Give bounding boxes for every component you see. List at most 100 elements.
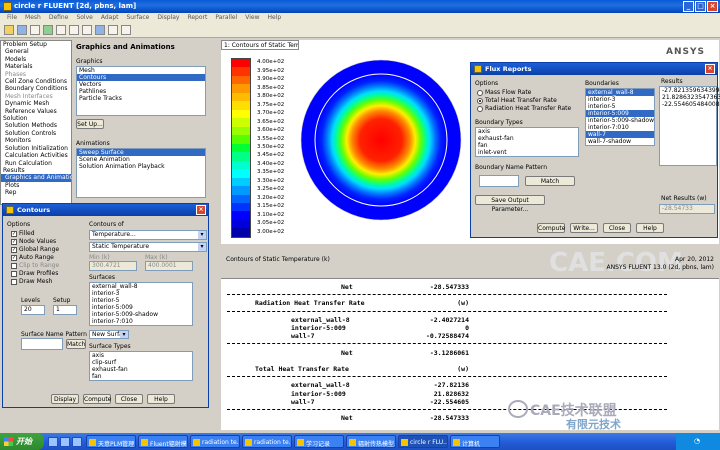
boundary-item[interactable]: interior-5:009 xyxy=(586,110,654,117)
boundary-item[interactable]: interior-5:009-shadow xyxy=(586,117,654,124)
graphics-list-item[interactable]: Pathlines xyxy=(77,88,205,95)
boundary-item[interactable]: interior-7:010 xyxy=(586,124,654,131)
media-icon[interactable] xyxy=(72,436,82,447)
menu-item-surface[interactable]: Surface xyxy=(122,13,153,23)
boundary-item[interactable]: wall-7-shadow xyxy=(586,138,654,145)
radio-dot[interactable] xyxy=(477,105,483,112)
contour-help-button[interactable]: Help xyxy=(147,394,175,404)
close-icon[interactable]: × xyxy=(707,1,718,12)
graphics-list-item[interactable]: Contours xyxy=(77,74,205,81)
nav-item[interactable]: Models xyxy=(1,56,71,63)
taskbar-task[interactable]: circle r FLU... xyxy=(398,435,448,448)
menu-item-solve[interactable]: Solve xyxy=(72,13,96,23)
taskbar-task[interactable]: 天意PLM管理 xyxy=(86,435,136,448)
taskbar-task[interactable]: radiation te... xyxy=(190,435,240,448)
nav-item[interactable]: Mesh Interfaces xyxy=(1,93,71,100)
boundary-match-button[interactable]: Match xyxy=(525,176,575,186)
graphics-list-item[interactable]: Vectors xyxy=(77,81,205,88)
zoom-icon[interactable] xyxy=(82,25,92,35)
flux-option-radio[interactable]: Radiation Heat Transfer Rate xyxy=(477,105,571,112)
graphics-window-tab[interactable]: 1: Contours of Static Temper xyxy=(221,40,299,50)
boundary-type-item[interactable]: inlet-vent xyxy=(476,149,578,156)
nav-item[interactable]: Graphics and Animations xyxy=(1,174,80,182)
save-output-button[interactable]: Save Output Parameter... xyxy=(475,195,545,213)
ie-icon[interactable] xyxy=(48,436,58,447)
surface-item[interactable]: external_wall-8 xyxy=(90,283,192,290)
contour-option-checkbox[interactable]: Draw Profiles xyxy=(11,270,58,277)
boundary-item[interactable]: external_wall-8 xyxy=(586,89,654,96)
menu-item-display[interactable]: Display xyxy=(153,13,183,23)
desktop-icon[interactable] xyxy=(60,436,70,447)
nav-item[interactable]: Monitors xyxy=(1,137,71,144)
boundary-item[interactable]: wall-7 xyxy=(586,131,654,138)
nav-item[interactable]: Solution Initialization xyxy=(1,145,71,152)
checkbox-box[interactable]: ✓ xyxy=(11,230,17,237)
animation-list-item[interactable]: Solution Animation Playback xyxy=(77,163,205,170)
nav-item[interactable]: Materials xyxy=(1,63,71,70)
menu-item-adapt[interactable]: Adapt xyxy=(97,13,123,23)
graphics-list[interactable]: Mesh Contours Vectors Pathlines Particle Tra… xyxy=(76,66,206,116)
boundary-item[interactable]: interior-3 xyxy=(586,96,654,103)
checkbox-box[interactable]: ✓ xyxy=(11,246,17,253)
flux-write-button[interactable]: Write... xyxy=(570,223,598,233)
close-icon[interactable]: × xyxy=(705,64,715,74)
checkbox-box[interactable]: ✓ xyxy=(11,254,17,261)
start-button[interactable]: 开始 xyxy=(0,433,44,450)
surface-item[interactable]: interior-7:010 xyxy=(90,318,192,325)
radio-dot[interactable] xyxy=(477,89,483,96)
nav-item[interactable]: Solution Controls xyxy=(1,130,71,137)
flux-option-radio[interactable]: Total Heat Transfer Rate xyxy=(477,97,557,104)
surface-type-item[interactable]: clip-surf xyxy=(90,359,192,366)
contours-of-select[interactable]: Temperature... xyxy=(89,230,207,240)
nav-item[interactable]: Solution Methods xyxy=(1,122,71,129)
menu-item-help[interactable]: Help xyxy=(263,13,285,23)
nav-item[interactable]: Dynamic Mesh xyxy=(1,100,71,107)
animation-list-item[interactable]: Scene Animation xyxy=(77,156,205,163)
nav-item[interactable]: Run Calculation xyxy=(1,160,71,167)
boundary-type-item[interactable]: axis xyxy=(476,128,578,135)
surface-item[interactable]: interior-3 xyxy=(90,290,192,297)
boundary-types-list[interactable]: axis exhaust-fan fan inlet-vent xyxy=(475,127,579,157)
levels-input[interactable]: 20 xyxy=(21,305,45,315)
surface-types-list[interactable]: axis clip-surf exhaust-fan fan xyxy=(89,351,193,381)
boundary-type-item[interactable]: exhaust-fan xyxy=(476,135,578,142)
boundaries-list[interactable]: external_wall-8 interior-3 interior-5 inter… xyxy=(585,88,655,146)
radio-dot[interactable] xyxy=(477,97,483,104)
nav-item[interactable]: Reference Values xyxy=(1,108,71,115)
boundary-item[interactable]: interior-5 xyxy=(586,103,654,110)
translate-icon[interactable] xyxy=(69,25,79,35)
surface-type-item[interactable]: exhaust-fan xyxy=(90,366,192,373)
graphics-list-item[interactable]: Particle Tracks xyxy=(77,95,205,102)
flux-help-button[interactable]: Help xyxy=(636,223,664,233)
contour-option-checkbox[interactable]: ✓ Node Values xyxy=(11,238,56,245)
close-icon[interactable]: × xyxy=(196,205,206,215)
rotate-icon[interactable] xyxy=(56,25,66,35)
print-icon[interactable] xyxy=(30,25,40,35)
menu-item-define[interactable]: Define xyxy=(45,13,73,23)
contour-option-checkbox[interactable]: Draw Mesh xyxy=(11,278,52,285)
surface-item[interactable]: interior-5:009-shadow xyxy=(90,311,192,318)
text-console[interactable]: Net -28.547333 Radiation Heat Transfer Rat… xyxy=(221,278,719,430)
setup-button[interactable]: Set Up... xyxy=(76,119,104,129)
surface-item[interactable]: interior-5 xyxy=(90,297,192,304)
nav-item[interactable]: Calculation Activities xyxy=(1,152,71,159)
menu-item-file[interactable]: File xyxy=(3,13,21,23)
layout-icon[interactable] xyxy=(121,25,131,35)
surfaces-list[interactable]: external_wall-8 interior-3 interior-5 inter… xyxy=(89,282,193,326)
surface-type-item[interactable]: axis xyxy=(90,352,192,359)
checkbox-box[interactable]: ✓ xyxy=(11,238,17,245)
surface-pattern-input[interactable] xyxy=(21,338,63,350)
surface-item[interactable]: interior-5:009 xyxy=(90,304,192,311)
setup-input[interactable]: 1 xyxy=(53,305,77,315)
minimize-icon[interactable]: _ xyxy=(683,1,694,12)
contours-variable-select[interactable]: Static Temperature xyxy=(89,242,207,252)
taskbar-task[interactable]: radiation te... xyxy=(242,435,292,448)
maximize-icon[interactable]: □ xyxy=(695,1,706,12)
surface-match-button[interactable]: Match xyxy=(66,339,86,349)
save-icon[interactable] xyxy=(17,25,27,35)
checkbox-box[interactable] xyxy=(11,278,17,285)
nav-item[interactable]: Phases xyxy=(1,71,71,78)
contour-compute-button[interactable]: Compute xyxy=(83,394,111,404)
taskbar-task[interactable]: 计算机 xyxy=(450,435,500,448)
probe-icon[interactable] xyxy=(108,25,118,35)
